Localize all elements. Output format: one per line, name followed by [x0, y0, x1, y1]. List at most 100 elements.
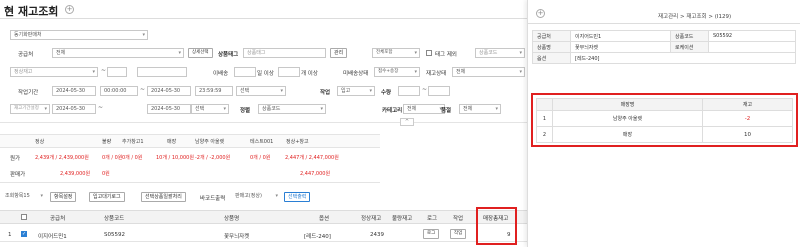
batch-process-button[interactable]: 선택상품일괄처리 [141, 192, 186, 202]
title-underline [0, 18, 527, 19]
store-row-num: 2 [536, 126, 553, 143]
col-option: 옵션 [319, 216, 330, 222]
category-select[interactable]: 전체 [403, 104, 445, 114]
store-col-name: 매장명 [552, 98, 703, 111]
chevron-up-icon[interactable]: ^ [400, 118, 414, 126]
summary-header-test: 테스트001 [250, 139, 274, 145]
col-code: 상품코드 [104, 216, 125, 222]
info-val-supplier: 이지어드민1 [570, 30, 671, 42]
stock-date-to-input[interactable]: 2024-05-30 [147, 104, 191, 114]
detail-select-button[interactable]: 상세선택 [188, 48, 213, 58]
period-preset-select[interactable]: 선택 [236, 86, 286, 96]
header-checkbox[interactable] [21, 214, 27, 220]
items-select[interactable]: 조회항목15 [5, 192, 45, 202]
stock-period-separator: ~ [98, 104, 104, 111]
supplier-label: 공급처 [18, 52, 34, 58]
count-input[interactable] [278, 67, 300, 77]
barcode-select[interactable]: 판매고(정상) [232, 192, 280, 202]
info-key-option: 옵션 [532, 52, 571, 64]
work-label: 작업 [320, 90, 331, 96]
range-separator: ~ [101, 67, 107, 74]
info-val-name: 꽃무늬자켓 [570, 41, 671, 53]
table-row[interactable] [0, 226, 527, 242]
summary-cost-normal: 2,439개 / 2,439,000원 [35, 155, 89, 161]
row-checkbox[interactable]: ✓ [21, 231, 27, 237]
work-button[interactable]: 작업 [450, 229, 467, 239]
row-normal-stock: 2439 [370, 232, 384, 238]
stock-max-input[interactable] [137, 67, 187, 77]
summary-header-normal: 정상 [35, 139, 45, 145]
stock-date-from-input[interactable]: 2024-05-30 [52, 104, 96, 114]
product-tag-input[interactable]: 상품태그 [243, 48, 326, 58]
include-all-select[interactable]: 전체포함 [372, 48, 420, 58]
log-button[interactable]: 로그 [423, 229, 440, 239]
row-code: S05592 [104, 232, 125, 238]
filter-divider [0, 122, 527, 123]
info-key-name: 상품명 [532, 41, 571, 53]
summary-cost-store: 10개 / 10,000원 [156, 155, 194, 161]
info-key-supplier: 공급처 [532, 30, 571, 42]
date-to-input[interactable]: 2024-05-30 [147, 86, 191, 96]
stock-detail-panel: + 재고관리 > 재고조회 > (I129) 공급처 이지어드민1 상품코드 S… [527, 0, 800, 247]
plus-circle-icon[interactable]: + [65, 5, 74, 14]
info-val-option: [레드-240] [570, 52, 796, 64]
store-row-num: 1 [536, 110, 553, 127]
stock-status-label: 재고상태 [426, 71, 447, 77]
work-select[interactable]: 입고 [337, 86, 375, 96]
undelivered-select[interactable]: 접수+송장 [374, 67, 420, 77]
summary-price-bad: 0원 [102, 171, 110, 177]
summary-price-total: 2,447,000원 [300, 171, 331, 177]
sort-select[interactable]: 상품코드 [258, 104, 326, 114]
inbound-log-button[interactable]: 입고대기로그 [89, 192, 125, 202]
dup-channel-select[interactable]: 동기화판매처 [10, 30, 148, 40]
summary-header-bad: 불량 [102, 139, 112, 145]
days-label: 일 이상 [257, 71, 274, 77]
stock-min-input[interactable] [107, 67, 127, 77]
panel-header-divider [528, 23, 800, 24]
barcode-label: 바코드출력 [200, 196, 226, 202]
summary-header-outlet: 남양주 아울렛 [195, 139, 225, 145]
stock-status-select[interactable]: 전체 [452, 67, 525, 77]
item-settings-button[interactable]: 항목설정 [50, 192, 77, 202]
store-row-name: 남양주 아울렛 [552, 110, 703, 127]
panel-info-table: 공급처 이지어드민1 상품코드 S05592 상품명 꽃무늬자켓 로케이션 옵션… [532, 30, 796, 64]
select-print-button[interactable]: 선택출력 [284, 192, 311, 202]
store-row-qty: -2 [702, 110, 793, 127]
undelivered-label: 미배송상태 [343, 71, 369, 77]
col-bad-stock: 불량재고 [392, 216, 413, 222]
row-number: 1 [8, 232, 12, 238]
panel-breadcrumb: 재고관리 > 재고조회 > (I129) [658, 14, 732, 20]
stock-period-select[interactable]: 재고기간설정 [10, 104, 50, 114]
summary-price-normal: 2,439,000원 [60, 171, 91, 177]
category-label: 카테고리 [382, 108, 403, 114]
date-from-input[interactable]: 2024-05-30 [52, 86, 96, 96]
days-input[interactable] [234, 67, 256, 77]
grid-header-bg [0, 210, 527, 224]
info-key-code: 상품코드 [670, 30, 709, 42]
summary-cost-bad: 0개 / 0원 [102, 155, 123, 161]
supplier-select[interactable]: 전체 [52, 48, 184, 58]
manage-button[interactable]: 관리 [330, 48, 348, 58]
col-work: 작업 [453, 216, 464, 222]
tag-exclude-checkbox[interactable] [426, 50, 432, 56]
time-from-input[interactable]: 00:00:00 [100, 86, 138, 96]
summary-row-cost-label: 원가 [10, 156, 21, 162]
info-val-location [708, 41, 796, 53]
summary-header-bg [0, 134, 380, 148]
qty-min-input[interactable] [398, 86, 420, 96]
info-key-location: 로케이션 [670, 41, 709, 53]
summary-cost-test: 0개 / 0원 [250, 155, 271, 161]
panel-plus-icon[interactable]: + [536, 9, 545, 18]
qty-separator: ~ [422, 86, 428, 93]
col-log: 로그 [427, 216, 438, 222]
time-to-input[interactable]: 23:59:59 [195, 86, 233, 96]
quality-select[interactable]: 전체 [459, 104, 501, 114]
store-stock-table: 매장명 재고 1 남양주 아울렛 -2 2 매장 10 [536, 98, 793, 143]
row-option: [레드-240] [304, 234, 331, 240]
qty-max-input[interactable] [428, 86, 450, 96]
row-store-total: 9 [507, 232, 511, 238]
normal-stock-select[interactable]: 정상재고 [10, 67, 98, 77]
product-code-select[interactable]: 상품코드 [475, 48, 525, 58]
stock-preset-select[interactable]: 선택 [191, 104, 229, 114]
summary-header-warehouse: 추가창고1 [122, 139, 144, 145]
